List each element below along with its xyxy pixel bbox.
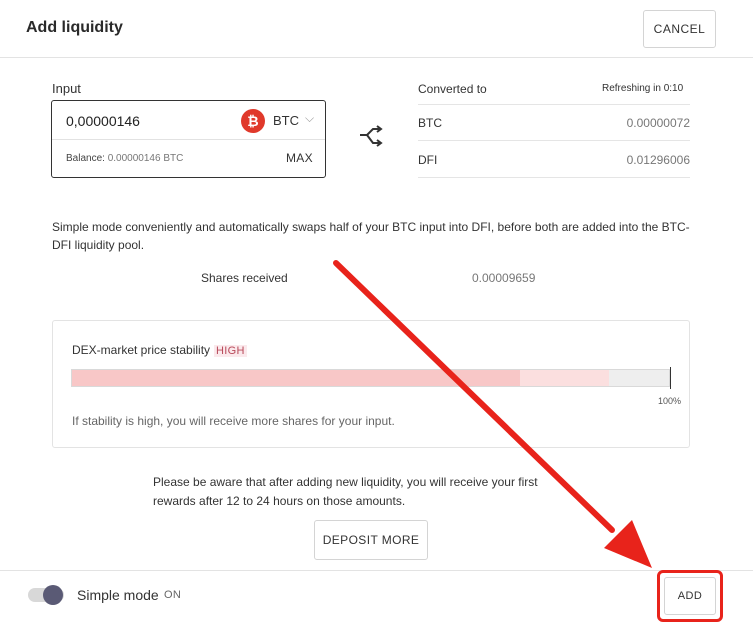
balance-info: Balance: 0.00000146 BTC [66,153,183,164]
input-label: Input [52,81,81,96]
stability-bar-fill-light [519,370,610,386]
stability-bar-marker [670,367,671,389]
converted-amount: 0.00000072 [626,116,690,130]
toggle-knob[interactable] [43,585,63,605]
modal-header: Add liquidity CANCEL [0,0,753,58]
shares-label: Shares received [201,271,288,285]
stability-bar [71,369,670,387]
stability-bar-fill [72,370,520,386]
swap-icon [360,125,383,147]
simple-mode-state: ON [164,589,182,601]
cancel-button[interactable]: CANCEL [643,10,716,48]
bitcoin-icon: ₿ [241,109,265,133]
converted-row: DFI 0.01296006 [418,141,690,178]
converted-row: BTC 0.00000072 [418,104,690,141]
currency-select[interactable]: BTC [273,113,299,128]
stability-panel: DEX-market price stability HIGH 100% If s… [52,320,690,448]
stability-hint: If stability is high, you will receive m… [72,414,395,428]
stability-percent: 100% [658,396,682,406]
converted-amount: 0.01296006 [626,153,690,167]
chevron-down-icon[interactable]: ⌵ [305,111,314,126]
converted-currency: BTC [418,116,442,130]
shares-value: 0.00009659 [472,271,536,285]
converted-currency: DFI [418,153,438,167]
deposit-more-button[interactable]: DEPOSIT MORE [314,520,428,560]
balance-label: Balance: [66,153,105,164]
stability-title: DEX-market price stability HIGH [72,343,247,357]
stability-label: DEX-market price stability [72,343,211,357]
amount-input[interactable]: 0,00000146 [66,113,140,129]
converted-label: Converted to [418,82,487,96]
balance-value: 0.00000146 BTC [107,153,184,164]
input-panel: 0,00000146 ₿ BTC ⌵ Balance: 0.00000146 B… [51,100,326,178]
highlight-box [657,570,723,622]
simple-mode-description: Simple mode conveniently and automatical… [52,220,690,252]
max-button[interactable]: MAX [286,151,313,165]
footer-divider [0,570,753,571]
simple-mode-label: Simple mode [77,587,159,603]
input-divider [52,139,325,140]
refresh-timer: Refreshing in 0:10 [602,83,684,94]
page-title: Add liquidity [26,19,123,36]
rewards-notice: Please be aware that after adding new li… [153,475,538,508]
stability-badge: HIGH [214,345,247,357]
